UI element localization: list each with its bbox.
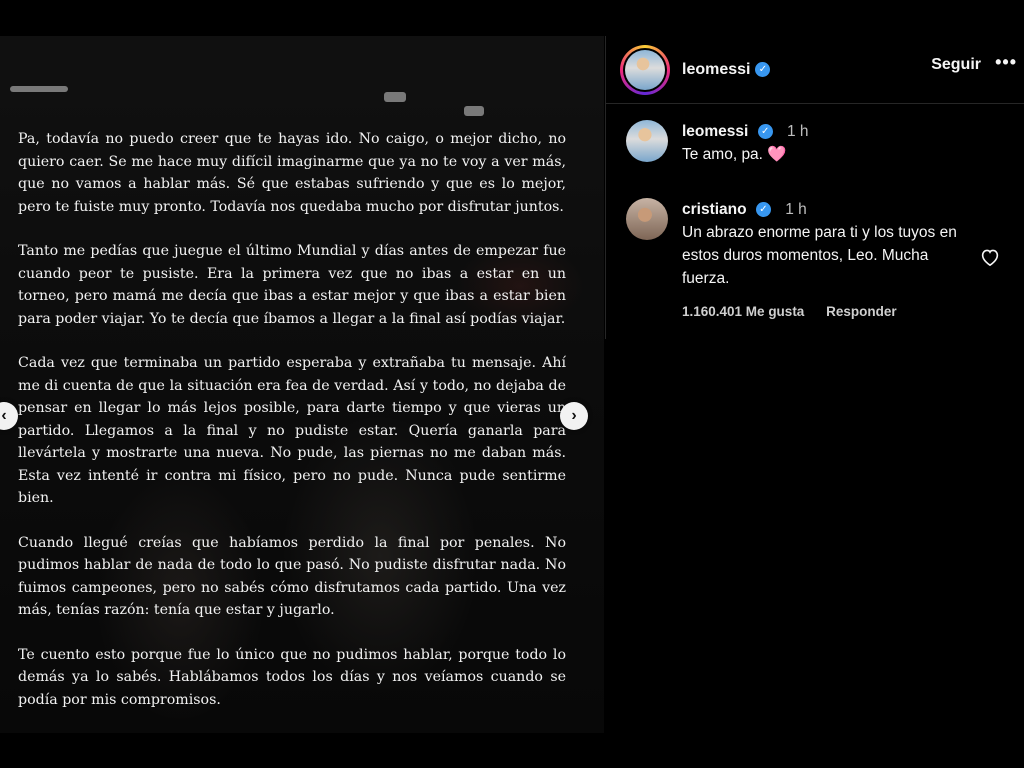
chevron-right-icon: ›: [571, 407, 577, 424]
comment-likes-count[interactable]: 1.160.401 Me gusta: [682, 304, 804, 319]
letter-paragraph: Te cuento esto porque fue lo único que n…: [18, 646, 566, 708]
next-image-button[interactable]: ›: [560, 402, 588, 430]
chevron-left-icon: ‹: [1, 407, 7, 424]
reply-button[interactable]: Responder: [826, 304, 897, 319]
story-ring[interactable]: [620, 44, 670, 95]
comment-text: Te amo, pa.: [682, 146, 763, 163]
post-image: Pa, todavía no puedo creer que te hayas …: [0, 36, 604, 733]
verified-badge-icon: ✓: [755, 202, 771, 218]
comments-panel: leomessi ✓ Seguir ••• leomessi ✓ 1 h Te …: [605, 36, 1024, 339]
avatar[interactable]: [626, 198, 668, 240]
comment-text: Un abrazo enorme para ti y los tuyos en …: [682, 224, 957, 287]
letter-paragraph: Pa, todavía no puedo creer que te hayas …: [18, 131, 566, 215]
letter-paragraph: Tanto me pedías que juegue el último Mun…: [18, 243, 566, 327]
letter-text: Pa, todavía no puedo creer que te hayas …: [18, 128, 566, 733]
post-header: leomessi ✓ Seguir •••: [606, 36, 1024, 104]
avatar[interactable]: [626, 120, 668, 162]
comment-item: cristiano ✓ 1 h Un abrazo enorme para ti…: [626, 198, 958, 323]
verified-badge-icon: ✓: [755, 62, 771, 77]
verified-badge-icon: ✓: [757, 124, 773, 140]
letter-paragraph: Cuando llegué creías que habíamos perdid…: [18, 534, 566, 619]
letter-paragraph: Cada vez que terminaba un partido espera…: [18, 355, 566, 506]
comment-username[interactable]: cristiano: [682, 201, 747, 218]
post-viewer: Pa, todavía no puedo creer que te hayas …: [0, 36, 1024, 733]
author-username[interactable]: leomessi: [682, 61, 750, 79]
comment-username[interactable]: leomessi: [682, 123, 748, 140]
more-options-icon[interactable]: •••: [995, 52, 1017, 73]
avatar: [625, 49, 665, 90]
comment-time[interactable]: 1 h: [785, 201, 807, 218]
heart-icon[interactable]: [980, 248, 1000, 272]
caption-comment: leomessi ✓ 1 h Te amo, pa. 🩷: [626, 120, 809, 166]
pink-heart-emoji-icon: 🩷: [767, 146, 787, 163]
comment-time[interactable]: 1 h: [787, 123, 809, 140]
follow-button[interactable]: Seguir: [931, 56, 981, 74]
